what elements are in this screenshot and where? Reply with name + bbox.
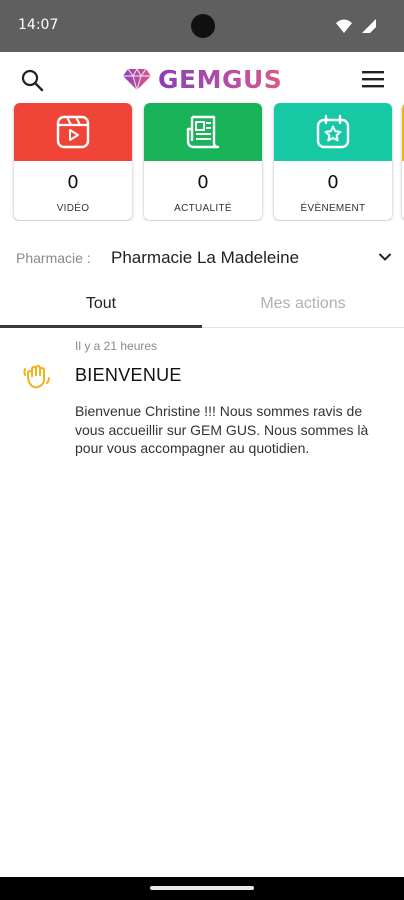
- card-actualite[interactable]: 0 ACTUALITÉ: [144, 103, 262, 220]
- card-evenement[interactable]: 0 ÉVÈNEMENT: [274, 103, 392, 220]
- feed-item-body: Bienvenue Christine !!! Nous sommes ravi…: [75, 403, 369, 456]
- hamburger-menu-icon[interactable]: [362, 70, 384, 88]
- tab-my-actions[interactable]: Mes actions: [202, 286, 404, 326]
- app-logo: GEMGUS: [122, 64, 282, 94]
- card-video[interactable]: 0 VIDÉO: [14, 103, 132, 220]
- newspaper-icon: [186, 115, 220, 149]
- camera-cutout: [191, 14, 215, 38]
- status-bar: 14:07: [0, 0, 404, 52]
- search-icon[interactable]: [20, 68, 44, 92]
- category-cards: 0 VIDÉO 0 ACTUALITÉ 0 ÉVÈNEMENT: [0, 103, 404, 221]
- system-nav-bar: [0, 877, 404, 900]
- card-video-label: VIDÉO: [56, 203, 90, 214]
- pharmacy-label: Pharmacie :: [16, 250, 91, 266]
- status-time: 14:07: [18, 17, 59, 33]
- video-icon: [56, 115, 90, 149]
- card-video-count: 0: [67, 172, 79, 193]
- tab-indicator: [0, 325, 202, 328]
- feed-tabs: Tout Mes actions: [0, 286, 404, 328]
- card-actualite-count: 0: [197, 172, 209, 193]
- app-header: GEMGUS: [0, 52, 404, 104]
- logo-text: GEMGUS: [158, 64, 283, 94]
- cell-signal-icon: [362, 19, 376, 33]
- gem-icon: [123, 67, 151, 91]
- home-gesture-pill[interactable]: [150, 886, 254, 890]
- system-icons: [336, 19, 376, 33]
- card-video-band: [14, 103, 132, 161]
- card-actualite-band: [144, 103, 262, 161]
- chevron-down-icon[interactable]: [378, 252, 392, 262]
- feed-item-time: Il y a 21 heures: [75, 339, 158, 353]
- tab-all[interactable]: Tout: [0, 286, 202, 326]
- card-actualite-label: ACTUALITÉ: [174, 203, 232, 214]
- wifi-icon: [336, 19, 352, 33]
- waving-hand-icon: [23, 365, 50, 389]
- calendar-star-icon: [316, 114, 350, 149]
- pharmacy-selector[interactable]: Pharmacie : Pharmacie La Madeleine: [16, 244, 392, 272]
- pharmacy-value[interactable]: Pharmacie La Madeleine: [111, 248, 299, 268]
- card-evenement-label: ÉVÈNEMENT: [300, 203, 366, 214]
- card-evenement-band: [274, 103, 392, 161]
- card-evenement-count: 0: [327, 172, 339, 193]
- feed-item-title: BIENVENUE: [75, 365, 182, 385]
